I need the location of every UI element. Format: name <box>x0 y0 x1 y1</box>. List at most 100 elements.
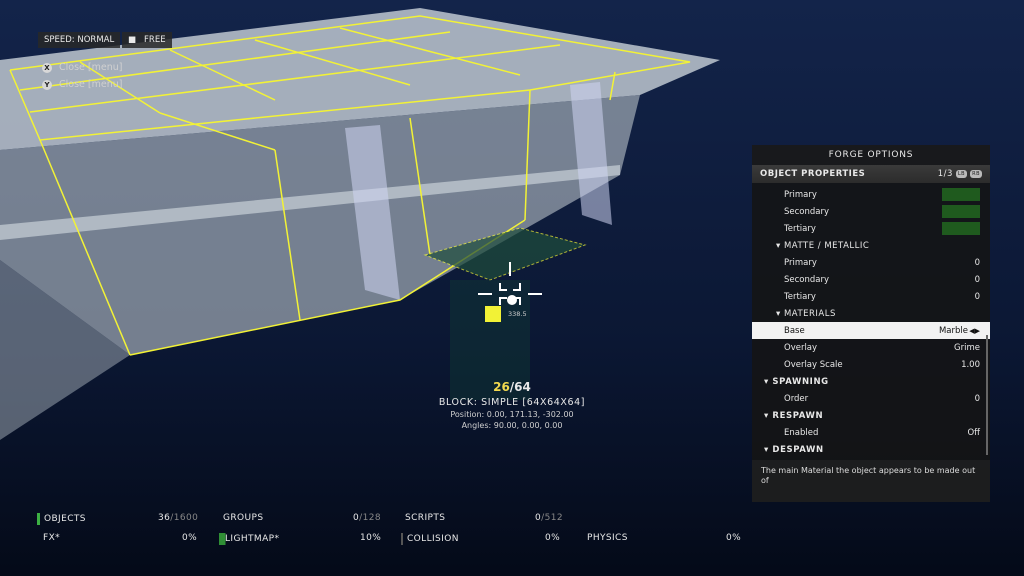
camera-mode-label: FREE <box>144 35 166 45</box>
hint-close-menu-x[interactable]: X Close [menu] <box>42 62 122 73</box>
section-label: ▾ MATERIALS <box>776 308 836 319</box>
group-spawning[interactable]: ▾ SPAWNING <box>752 373 990 390</box>
stat-label: LIGHTMAP* <box>219 533 285 545</box>
stat-value: 10% <box>360 533 382 543</box>
stat-label: OBJECTS <box>44 514 86 524</box>
stat-max: /512 <box>541 513 563 523</box>
row-value: 0 <box>974 393 980 404</box>
section-label: ▾ MATTE / METALLIC <box>776 240 870 251</box>
row-matte-primary[interactable]: Primary 0 <box>752 254 990 271</box>
row-value: Off <box>967 427 980 438</box>
row-value: 0 <box>974 291 980 302</box>
objects-meter <box>37 513 40 525</box>
stat-fx-value: 0% <box>182 533 197 543</box>
property-list: Primary Secondary Tertiary ▾ MATTE / MET… <box>752 183 990 460</box>
property-description: The main Material the object appears to … <box>752 460 990 502</box>
stat-lightmap: LIGHTMAP* <box>219 533 285 545</box>
panel-scrollbar[interactable] <box>986 335 988 455</box>
stat-groups: GROUPS <box>223 513 263 523</box>
forge-options-panel: FORGE OPTIONS OBJECT PROPERTIES 1/3 LB R… <box>752 145 990 502</box>
row-color-primary[interactable]: Primary <box>752 186 990 203</box>
row-material-base[interactable]: Base Marble ◀▶ <box>752 322 990 339</box>
stat-fx: FX* <box>43 533 60 543</box>
group-label: ▾ SPAWNING <box>764 376 829 387</box>
row-color-tertiary[interactable]: Tertiary <box>752 220 990 237</box>
stat-max: /1600 <box>170 513 199 523</box>
row-label: Primary <box>784 257 817 268</box>
subtitle-label: OBJECT PROPERTIES <box>760 169 866 179</box>
row-material-overlay[interactable]: Overlay Grime <box>752 339 990 356</box>
grab-hand-icon <box>507 295 517 305</box>
section-materials[interactable]: ▾ MATERIALS <box>752 305 990 322</box>
stat-physics: PHYSICS <box>587 533 628 543</box>
row-label: Secondary <box>784 206 830 217</box>
stat-lightmap-value: 10% <box>360 533 381 543</box>
stat-max: /128 <box>359 513 381 523</box>
stat-value: 0% <box>182 533 198 543</box>
stat-collision: COLLISION <box>401 533 459 545</box>
row-label: Secondary <box>784 274 830 285</box>
stat-groups-value: 0/128 <box>353 513 381 523</box>
group-label: ▾ RESPAWN <box>764 410 824 421</box>
panel-subtitle: OBJECT PROPERTIES 1/3 LB RB <box>752 165 990 183</box>
row-value: Marble <box>938 325 968 336</box>
x-button-icon: X <box>42 62 52 73</box>
collision-meter <box>401 533 403 545</box>
panel-title: FORGE OPTIONS <box>752 145 990 165</box>
stat-label: COLLISION <box>407 534 459 544</box>
rb-button-icon[interactable]: RB <box>970 170 982 178</box>
hint-close-menu-y[interactable]: Y Close [menu] <box>42 79 122 90</box>
camera-icon: ■ <box>128 35 137 45</box>
group-respawn[interactable]: ▾ RESPAWN <box>752 407 990 424</box>
color-swatch[interactable] <box>942 222 980 235</box>
stat-objects: OBJECTS <box>37 513 86 525</box>
row-matte-tertiary[interactable]: Tertiary 0 <box>752 288 990 305</box>
row-respawn-enabled[interactable]: Enabled Off <box>752 424 990 441</box>
row-value: Grime <box>954 342 980 353</box>
page-indicator: 1/3 LB RB <box>938 169 982 179</box>
row-label: Order <box>784 393 809 404</box>
color-swatch[interactable] <box>942 205 980 218</box>
row-label: Tertiary <box>784 223 816 234</box>
row-label: Overlay <box>784 342 818 353</box>
object-count-current: 26 <box>493 380 510 394</box>
row-label: Enabled <box>784 427 819 438</box>
stat-scripts-value: 0/512 <box>535 513 563 523</box>
stat-label: PHYSICS <box>587 533 628 543</box>
group-despawn[interactable]: ▾ DESPAWN <box>752 441 990 458</box>
row-value: 0 <box>974 257 980 268</box>
stat-physics-value: 0% <box>726 533 741 543</box>
stat-objects-value: 36/1600 <box>158 513 198 523</box>
stat-label: GROUPS <box>223 513 264 523</box>
row-spawn-order[interactable]: Order 0 <box>752 390 990 407</box>
object-cube-icon <box>485 306 501 322</box>
lb-button-icon[interactable]: LB <box>955 170 968 178</box>
reticle-distance: 338.5 <box>508 310 527 318</box>
row-label: Primary <box>784 189 817 200</box>
hint-label: Close [menu] <box>59 62 123 73</box>
page-number: 1/3 <box>937 169 953 179</box>
row-label: Overlay Scale <box>784 359 843 370</box>
row-label: Tertiary <box>784 291 816 302</box>
stat-scripts: SCRIPTS <box>405 513 445 523</box>
row-matte-secondary[interactable]: Secondary 0 <box>752 271 990 288</box>
stat-label: SCRIPTS <box>405 513 446 523</box>
row-value: 0 <box>974 274 980 285</box>
stat-collision-value: 0% <box>545 533 560 543</box>
color-swatch[interactable] <box>942 188 980 201</box>
stat-value: 36 <box>158 513 171 523</box>
section-matte-metallic[interactable]: ▾ MATTE / METALLIC <box>752 237 990 254</box>
row-overlay-scale[interactable]: Overlay Scale 1.00 <box>752 356 990 373</box>
row-color-secondary[interactable]: Secondary <box>752 203 990 220</box>
row-value: 1.00 <box>961 359 980 370</box>
group-label: ▾ DESPAWN <box>764 444 824 455</box>
camera-mode-indicator: ■ FREE <box>122 32 172 48</box>
stat-value: 0% <box>545 533 561 543</box>
stat-value: 0% <box>726 533 742 543</box>
stat-label: FX* <box>43 533 61 543</box>
row-label: Base <box>784 325 805 336</box>
speed-indicator: SPEED: NORMAL <box>38 32 121 48</box>
left-right-arrows-icon[interactable]: ◀▶ <box>969 327 980 335</box>
speed-label: SPEED: NORMAL <box>44 35 115 45</box>
y-button-icon: Y <box>42 79 52 90</box>
